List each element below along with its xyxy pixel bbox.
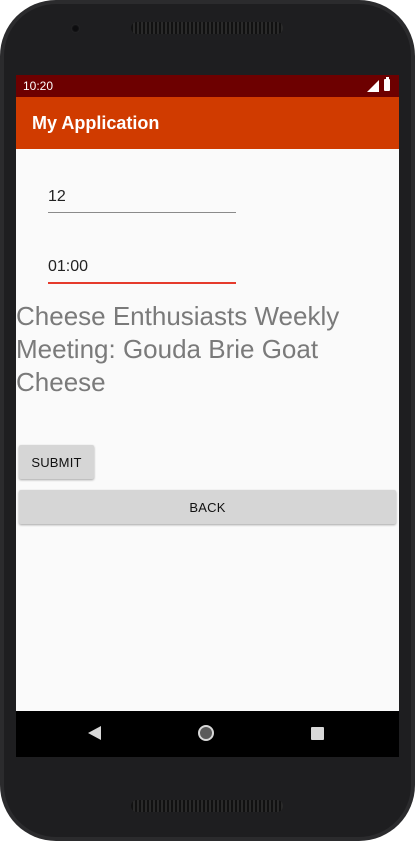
submit-button[interactable]: SUBMIT [19,445,94,479]
status-time: 10:20 [23,79,54,93]
front-camera [71,24,80,33]
battery-icon [384,77,390,91]
back-button[interactable]: BACK [19,490,396,524]
signal-icon [367,80,379,92]
nav-back-icon[interactable] [88,726,101,740]
app-bar: My Application [16,97,399,149]
hours-input[interactable] [48,182,236,213]
bottom-speaker-grille [131,800,283,812]
app-title: My Application [32,113,160,133]
nav-home-icon[interactable] [198,725,214,741]
time-input[interactable] [48,252,236,284]
status-bar: 10:20 [16,75,399,97]
top-speaker-grille [131,22,283,34]
nav-recents-icon[interactable] [311,727,324,740]
phone-frame: 10:20 My Application Cheese Enthusiasts … [0,0,415,841]
event-title: Cheese Enthusiasts Weekly Meeting: Gouda… [16,301,340,397]
navigation-bar [16,711,399,757]
phone-screen: 10:20 My Application Cheese Enthusiasts … [16,75,399,757]
